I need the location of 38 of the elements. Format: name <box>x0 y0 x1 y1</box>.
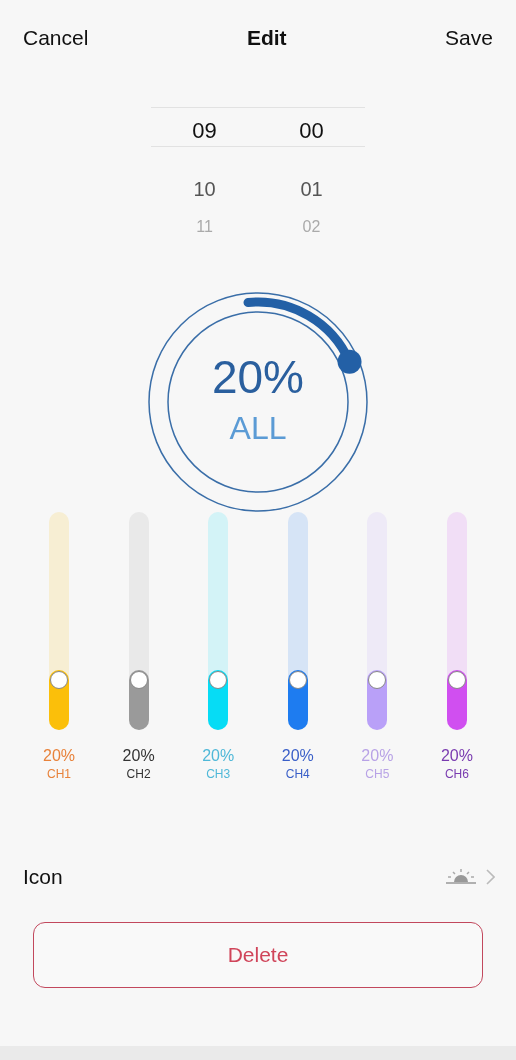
channel-slider[interactable] <box>208 512 229 730</box>
channel-reading: 20% <box>43 746 75 766</box>
channel-slider[interactable] <box>367 512 388 730</box>
picker-value[interactable]: 01 <box>300 163 323 209</box>
channel-name: CH5 <box>365 766 390 782</box>
slider-thumb[interactable] <box>447 671 466 689</box>
channel-name: CH2 <box>126 766 151 782</box>
picker-value[interactable]: 00 <box>299 109 324 163</box>
dial-value: 20% <box>211 350 305 404</box>
cancel-button[interactable]: Cancel <box>23 22 89 54</box>
channel-slider[interactable] <box>128 512 149 730</box>
slider-thumb[interactable] <box>50 671 68 689</box>
icon-label: Icon <box>23 864 63 891</box>
slider-thumb[interactable] <box>288 671 307 689</box>
channel-slider[interactable] <box>49 512 69 730</box>
channel-reading: 20% <box>281 746 314 766</box>
sunrise-icon <box>446 868 476 886</box>
channel-reading: 20% <box>361 746 394 766</box>
chevron-right-icon <box>486 869 495 885</box>
channel-name: CH6 <box>444 766 469 782</box>
channel-reading: 20% <box>202 746 235 766</box>
dial-label: ALL <box>229 409 287 448</box>
channel-name: CH4 <box>285 766 310 782</box>
channel-name: CH3 <box>206 766 231 782</box>
screen-title: Edit <box>246 25 287 52</box>
channel-slider[interactable] <box>446 512 467 730</box>
icon-picker[interactable] <box>446 868 495 886</box>
channel-reading: 20% <box>122 746 155 766</box>
slider-thumb[interactable] <box>129 671 148 689</box>
save-button[interactable]: Save <box>445 22 493 54</box>
channel-slider[interactable] <box>287 512 308 730</box>
slider-thumb[interactable] <box>209 671 228 689</box>
picker-value[interactable]: 10 <box>193 163 216 209</box>
delete-button[interactable]: Delete <box>33 922 483 988</box>
slider-thumb[interactable] <box>368 671 387 689</box>
picker-value[interactable]: 09 <box>192 109 217 163</box>
channel-reading: 20% <box>440 746 473 766</box>
channel-name: CH1 <box>47 766 71 782</box>
